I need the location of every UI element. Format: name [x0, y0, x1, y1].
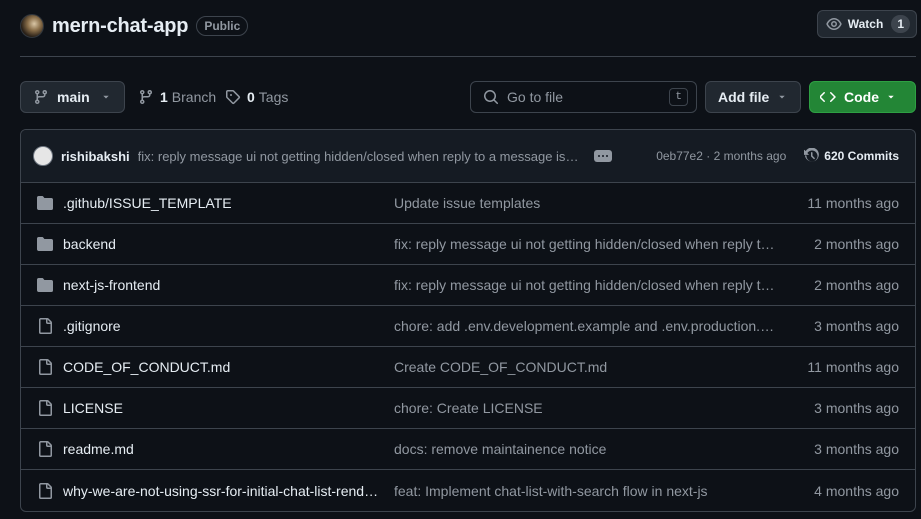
code-button[interactable]: Code [809, 81, 916, 113]
file-name[interactable]: .gitignore [63, 318, 381, 334]
tags-link[interactable]: 0 Tags [225, 81, 288, 113]
commit-sha-and-age[interactable]: 0eb77e2 · 2 months ago [656, 149, 786, 163]
eye-icon [826, 18, 842, 30]
git-branch-icon [140, 89, 152, 105]
file-icon [37, 400, 53, 416]
add-file-label: Add file [718, 89, 770, 105]
file-row[interactable]: backend fix: reply message ui not gettin… [21, 224, 915, 265]
header-divider [20, 56, 916, 57]
tag-icon [226, 90, 241, 105]
file-commit-message[interactable]: Update issue templates [394, 195, 778, 211]
go-to-file-box[interactable]: t [470, 81, 697, 113]
repo-name[interactable]: mern-chat-app [52, 15, 189, 38]
watch-button[interactable]: Watch 1 [816, 10, 917, 38]
branches-link[interactable]: 1 Branch [138, 81, 216, 113]
file-commit-age: 2 months ago [814, 236, 899, 252]
caret-down-icon [779, 95, 785, 99]
file-icon [37, 318, 53, 334]
search-icon [484, 90, 499, 105]
file-row[interactable]: LICENSE chore: Create LICENSE 3 months a… [21, 388, 915, 429]
branch-label: Branch [171, 89, 217, 105]
expand-commit-message-button[interactable] [593, 150, 612, 162]
watch-label: Watch [847, 17, 884, 31]
file-name[interactable]: why-we-are-not-using-ssr-for-initial-cha… [63, 483, 381, 499]
file-commit-age: 11 months ago [807, 195, 899, 211]
file-row[interactable]: why-we-are-not-using-ssr-for-initial-cha… [21, 470, 915, 511]
file-icon [37, 482, 53, 499]
file-commit-message[interactable]: chore: Create LICENSE [394, 400, 778, 416]
file-commit-message[interactable]: chore: add .env.development.example and … [394, 318, 778, 334]
file-commit-message[interactable]: docs: remove maintainence notice [394, 441, 778, 457]
branch-select-button[interactable]: main [20, 81, 125, 113]
file-icon [37, 359, 53, 375]
commits-history-link[interactable]: 620 Commits [804, 148, 899, 164]
file-commit-age: 4 months ago [814, 482, 899, 499]
file-name[interactable]: CODE_OF_CONDUCT.md [63, 359, 381, 375]
repo-toolbar: main 1 Branch 0 Tags t Add file Code [20, 81, 916, 113]
file-commit-message[interactable]: feat: Implement chat-list-with-search fl… [394, 483, 778, 499]
code-icon [820, 92, 836, 102]
folder-icon [37, 195, 53, 211]
file-commit-age: 2 months ago [814, 277, 899, 293]
file-name[interactable]: backend [63, 236, 381, 252]
owner-avatar[interactable] [20, 14, 44, 38]
file-name[interactable]: LICENSE [63, 400, 381, 416]
file-row[interactable]: CODE_OF_CONDUCT.md Create CODE_OF_CONDUC… [21, 347, 915, 388]
file-row[interactable]: readme.md docs: remove maintainence noti… [21, 429, 915, 470]
tag-count: 0 [247, 89, 255, 105]
file-row[interactable]: next-js-frontend fix: reply message ui n… [21, 265, 915, 306]
file-commit-age: 3 months ago [814, 400, 899, 416]
file-commit-message[interactable]: fix: reply message ui not getting hidden… [394, 236, 778, 252]
file-commit-age: 3 months ago [814, 441, 899, 457]
folder-icon [37, 277, 53, 293]
commit-author-avatar[interactable] [33, 146, 53, 166]
file-commit-age: 11 months ago [807, 359, 899, 375]
commits-count: 620 Commits [824, 149, 899, 163]
file-icon [37, 441, 53, 457]
shortcut-key: t [669, 88, 688, 106]
file-table: rishibakshi fix: reply message ui not ge… [20, 129, 916, 512]
file-name[interactable]: .github/ISSUE_TEMPLATE [63, 195, 381, 211]
file-commit-age: 3 months ago [814, 318, 899, 334]
git-branch-icon [35, 89, 47, 105]
folder-icon [37, 236, 53, 252]
branch-count: 1 [160, 89, 168, 105]
watch-count: 1 [891, 15, 910, 33]
go-to-file-input[interactable] [507, 89, 670, 105]
file-row[interactable]: .gitignore chore: add .env.development.e… [21, 306, 915, 347]
caret-down-icon [888, 95, 894, 99]
latest-commit-bar: rishibakshi fix: reply message ui not ge… [21, 130, 915, 183]
file-list: .github/ISSUE_TEMPLATE Update issue temp… [21, 183, 915, 511]
tag-label: Tags [258, 89, 289, 105]
commit-author[interactable]: rishibakshi [61, 149, 130, 164]
file-commit-message[interactable]: fix: reply message ui not getting hidden… [394, 277, 778, 293]
caret-down-icon [103, 95, 109, 99]
branch-name: main [57, 89, 90, 105]
file-name[interactable]: next-js-frontend [63, 277, 381, 293]
history-icon [804, 148, 820, 162]
code-label: Code [844, 89, 879, 105]
file-row[interactable]: .github/ISSUE_TEMPLATE Update issue temp… [21, 183, 915, 224]
commit-message[interactable]: fix: reply message ui not getting hidden… [138, 149, 582, 164]
file-commit-message[interactable]: Create CODE_OF_CONDUCT.md [394, 359, 778, 375]
repo-header: mern-chat-app Public Watch 1 [20, 10, 921, 42]
file-name[interactable]: readme.md [63, 441, 381, 457]
visibility-badge: Public [196, 16, 249, 36]
add-file-button[interactable]: Add file [705, 81, 801, 113]
